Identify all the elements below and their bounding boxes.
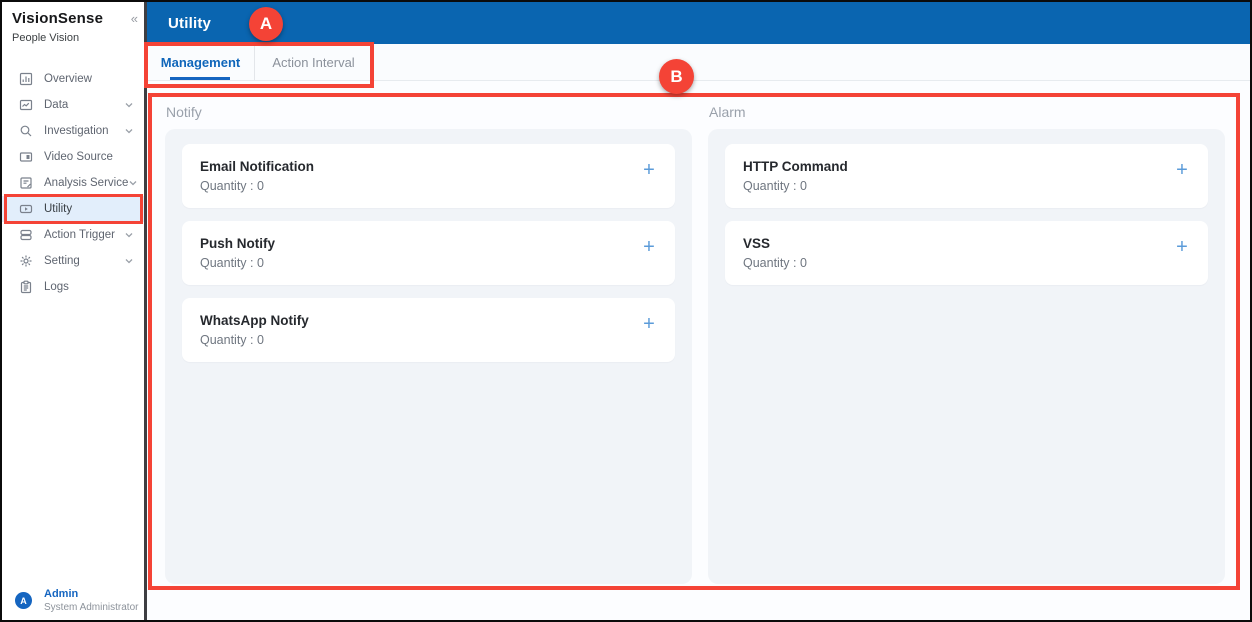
layers-icon	[19, 228, 33, 242]
app-root: VisionSense « People Vision Overview Dat…	[2, 2, 1250, 620]
user-profile[interactable]: A Admin System Administrator	[15, 588, 138, 613]
alarm-panel: HTTP Command Quantity : 0 + VSS Quantity…	[708, 129, 1225, 584]
brand-subtitle: People Vision	[12, 32, 79, 44]
sidebar-item-investigation[interactable]: Investigation	[2, 118, 144, 144]
sidebar-item-action-trigger[interactable]: Action Trigger	[2, 222, 144, 248]
add-email-notification-button[interactable]: +	[638, 159, 660, 181]
plus-icon: +	[643, 236, 655, 258]
sidebar-item-video-source[interactable]: Video Source	[2, 144, 144, 170]
card-email-notification: Email Notification Quantity : 0 +	[182, 144, 675, 208]
card-title: VSS	[743, 236, 1190, 251]
utility-icon	[19, 202, 33, 216]
sidebar-item-label: Action Trigger	[44, 229, 124, 241]
user-name: Admin	[44, 588, 138, 600]
card-title: HTTP Command	[743, 159, 1190, 174]
data-chart-icon	[19, 98, 33, 112]
sidebar-item-label: Utility	[44, 203, 134, 215]
search-icon	[19, 124, 33, 138]
tab-management[interactable]: Management	[147, 44, 255, 80]
card-title: WhatsApp Notify	[200, 313, 657, 328]
analysis-doc-icon	[19, 176, 33, 190]
sidebar-item-overview[interactable]: Overview	[2, 66, 144, 92]
add-vss-button[interactable]: +	[1171, 236, 1193, 258]
card-quantity: Quantity : 0	[743, 256, 1190, 270]
card-http-command: HTTP Command Quantity : 0 +	[725, 144, 1208, 208]
alarm-section: Alarm HTTP Command Quantity : 0 + VSS Qu…	[708, 104, 1225, 584]
sidebar-item-label: Data	[44, 99, 124, 111]
sidebar-item-analysis-service[interactable]: Analysis Service	[2, 170, 144, 196]
tab-action-interval[interactable]: Action Interval	[255, 44, 373, 80]
sidebar-menu: Overview Data Investigation	[2, 66, 144, 300]
notify-panel: Email Notification Quantity : 0 + Push N…	[165, 129, 692, 584]
gear-icon	[19, 254, 33, 268]
brand-title: VisionSense	[12, 10, 103, 27]
sidebar: VisionSense « People Vision Overview Dat…	[2, 2, 144, 620]
main-area: Utility Management Action Interval Notif…	[147, 2, 1250, 620]
add-http-command-button[interactable]: +	[1171, 159, 1193, 181]
tab-label: Management	[161, 55, 240, 70]
video-icon	[19, 150, 33, 164]
notify-section: Notify Email Notification Quantity : 0 +…	[165, 104, 692, 584]
sidebar-item-label: Setting	[44, 255, 124, 267]
card-quantity: Quantity : 0	[200, 333, 657, 347]
sidebar-item-logs[interactable]: Logs	[2, 274, 144, 300]
section-title-notify: Notify	[166, 104, 692, 120]
sidebar-item-label: Investigation	[44, 125, 124, 137]
chevron-down-icon	[124, 256, 134, 266]
plus-icon: +	[1176, 159, 1188, 181]
user-role: System Administrator	[44, 602, 138, 613]
card-push-notify: Push Notify Quantity : 0 +	[182, 221, 675, 285]
plus-icon: +	[643, 313, 655, 335]
add-push-notify-button[interactable]: +	[638, 236, 660, 258]
sidebar-item-label: Analysis Service	[44, 177, 128, 189]
page-title: Utility	[168, 15, 211, 32]
avatar: A	[15, 592, 32, 609]
sidebar-item-label: Video Source	[44, 151, 134, 163]
clipboard-icon	[19, 280, 33, 294]
chevron-down-icon	[124, 230, 134, 240]
card-vss: VSS Quantity : 0 +	[725, 221, 1208, 285]
sidebar-item-label: Logs	[44, 281, 134, 293]
plus-icon: +	[1176, 236, 1188, 258]
sidebar-item-label: Overview	[44, 73, 134, 85]
card-quantity: Quantity : 0	[200, 256, 657, 270]
active-tab-underline	[170, 77, 230, 80]
card-quantity: Quantity : 0	[743, 179, 1190, 193]
content-area: Notify Email Notification Quantity : 0 +…	[147, 81, 1250, 620]
card-quantity: Quantity : 0	[200, 179, 657, 193]
section-title-alarm: Alarm	[709, 104, 1225, 120]
add-whatsapp-notify-button[interactable]: +	[638, 313, 660, 335]
tab-bar: Management Action Interval	[147, 44, 1250, 81]
bar-chart-icon	[19, 72, 33, 86]
sidebar-item-utility[interactable]: Utility	[2, 196, 144, 222]
chevron-down-icon	[128, 178, 138, 188]
collapse-sidebar-button[interactable]: «	[131, 11, 138, 26]
sidebar-item-data[interactable]: Data	[2, 92, 144, 118]
chevron-down-icon	[124, 100, 134, 110]
sidebar-item-setting[interactable]: Setting	[2, 248, 144, 274]
card-title: Push Notify	[200, 236, 657, 251]
card-whatsapp-notify: WhatsApp Notify Quantity : 0 +	[182, 298, 675, 362]
card-title: Email Notification	[200, 159, 657, 174]
chevron-down-icon	[124, 126, 134, 136]
page-header: Utility	[147, 2, 1250, 44]
tab-label: Action Interval	[272, 55, 354, 70]
window-frame: VisionSense « People Vision Overview Dat…	[0, 0, 1252, 622]
plus-icon: +	[643, 159, 655, 181]
